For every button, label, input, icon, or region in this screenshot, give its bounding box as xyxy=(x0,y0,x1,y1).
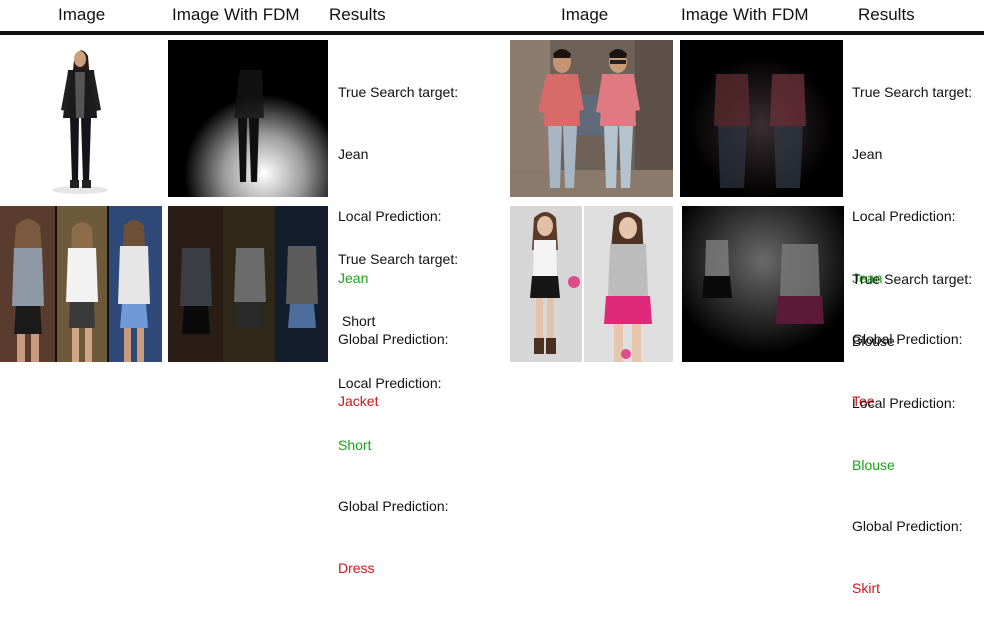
global-prediction-label: Global Prediction: xyxy=(338,498,449,515)
local-prediction-value: Short xyxy=(338,436,372,453)
local-prediction-value: Blouse xyxy=(852,456,895,473)
result-cell-3: True Search target: Short Local Predicti… xyxy=(338,208,458,599)
global-prediction-value: Dress xyxy=(338,560,375,577)
fdm-two-men xyxy=(680,40,843,197)
header-image-left: Image xyxy=(58,5,106,24)
header-results-right: Results xyxy=(858,5,915,24)
fdm-woman-skirt xyxy=(682,206,844,362)
target-value: Short xyxy=(338,312,376,329)
result-cell-4: True Search target: Blouse Local Predict… xyxy=(852,228,972,619)
target-value: Jean xyxy=(338,145,369,162)
header-image-fdm-left: Image With FDM xyxy=(172,5,300,24)
photo-woman-jacket xyxy=(0,40,160,197)
target-label: True Search target: xyxy=(852,84,973,101)
local-prediction-label: Local Prediction: xyxy=(852,207,956,224)
photo-woman-skirt xyxy=(510,206,673,362)
global-prediction-label: Global Prediction: xyxy=(852,518,963,535)
photo-two-men xyxy=(510,40,673,197)
target-label: True Search target: xyxy=(338,251,459,268)
fdm-collage-shorts xyxy=(168,206,328,362)
local-prediction-label: Local Prediction: xyxy=(338,374,442,391)
global-prediction-value: Skirt xyxy=(852,580,880,597)
target-label: True Search target: xyxy=(338,84,459,101)
target-value: Jean xyxy=(852,145,883,162)
local-prediction-label: Local Prediction: xyxy=(852,394,956,411)
photo-collage-shorts xyxy=(0,206,162,362)
header-results-left: Results xyxy=(329,5,386,24)
header-image-right: Image xyxy=(561,5,609,24)
header-rule xyxy=(0,31,984,35)
header-image-fdm-right: Image With FDM xyxy=(681,5,809,24)
target-value: Blouse xyxy=(852,332,895,349)
target-label: True Search target: xyxy=(852,271,973,288)
fdm-woman-jacket xyxy=(168,40,328,197)
